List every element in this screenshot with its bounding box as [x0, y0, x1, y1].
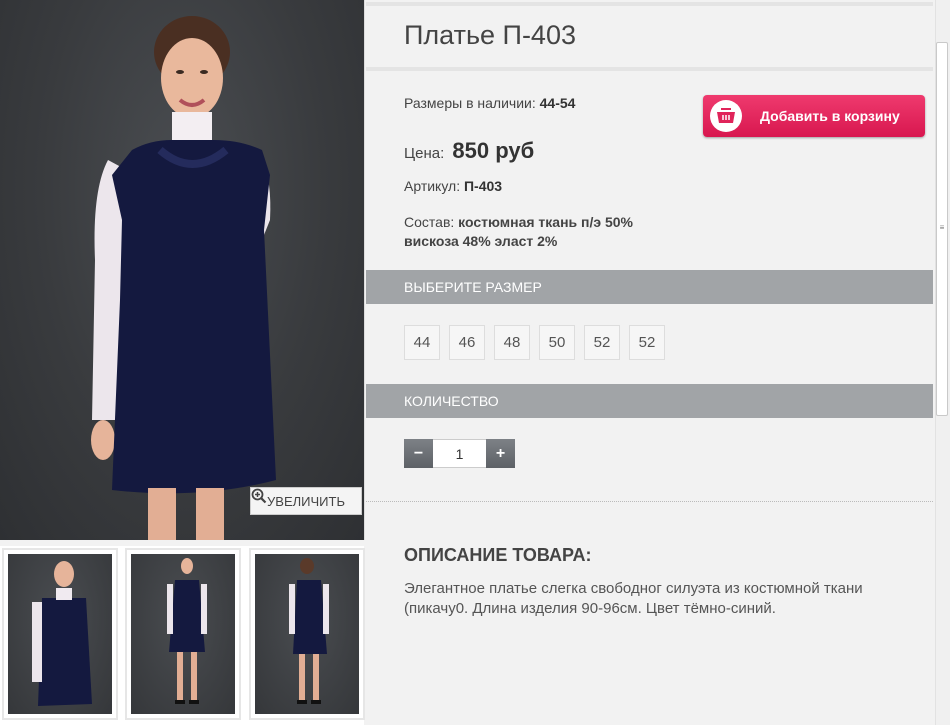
thumbnail-image [8, 554, 112, 714]
size-option-52[interactable]: 52 [584, 325, 620, 360]
size-option-48[interactable]: 48 [494, 325, 530, 360]
sizes-value: 44-54 [539, 95, 576, 111]
add-to-cart-label: Добавить в корзину [760, 108, 900, 124]
add-to-cart-button[interactable]: Добавить в корзину [703, 95, 925, 137]
sku-label: Артикул: [404, 178, 461, 194]
product-title: Платье П-403 [404, 20, 576, 50]
composition-label: Состав: [404, 214, 455, 230]
price-value: 850 руб [452, 138, 535, 163]
description-heading: ОПИСАНИЕ ТОВАРА: [404, 545, 592, 565]
basket-icon [710, 100, 742, 132]
sku-value: П-403 [463, 178, 503, 194]
divider [366, 67, 933, 71]
size-option-46[interactable]: 46 [449, 325, 485, 360]
zoom-label: УВЕЛИЧИТЬ [267, 493, 345, 509]
scrollbar-grip-icon: ≡ [939, 223, 945, 232]
composition-line-2: вискоза 48% эласт 2% [404, 233, 558, 249]
thumbnail-2[interactable] [125, 548, 241, 720]
size-options: 44 46 48 50 52 52 [404, 325, 665, 360]
sizes-label: Размеры в наличии: [404, 95, 536, 111]
thumbnail-strip [0, 546, 365, 725]
size-option-52-duplicate[interactable]: 52 [629, 325, 665, 360]
divider [366, 2, 933, 6]
quantity-section-heading: КОЛИЧЕСТВО [366, 384, 933, 418]
price-label: Цена: [404, 145, 445, 162]
quantity-decrease-button[interactable]: − [404, 439, 433, 468]
thumbnail-3[interactable] [249, 548, 365, 720]
zoom-button[interactable]: УВЕЛИЧИТЬ [250, 487, 362, 515]
quantity-input[interactable] [433, 439, 486, 468]
sizes-available: Размеры в наличии: 44-54 [404, 95, 575, 111]
quantity-stepper: − + [404, 439, 515, 468]
size-section-heading: ВЫБЕРИТЕ РАЗМЕР [366, 270, 933, 304]
size-option-50[interactable]: 50 [539, 325, 575, 360]
composition: Состав: костюмная ткань п/э 50% вискоза … [404, 213, 633, 251]
thumbnail-1[interactable] [2, 548, 118, 720]
dotted-divider [366, 501, 933, 502]
size-option-44[interactable]: 44 [404, 325, 440, 360]
sku: Артикул: П-403 [404, 178, 502, 194]
quantity-increase-button[interactable]: + [486, 439, 515, 468]
thumbnail-image [255, 554, 359, 714]
thumbnail-image [131, 554, 235, 714]
description-text: Элегантное платье слегка свободног силуэ… [404, 580, 863, 617]
composition-line-1: костюмная ткань п/э 50% [458, 214, 634, 230]
magnifier-plus-icon [251, 488, 267, 504]
main-product-photo[interactable]: УВЕЛИЧИТЬ [0, 0, 365, 540]
model-illustration [91, 16, 276, 540]
price: Цена: 850 руб [404, 138, 534, 164]
